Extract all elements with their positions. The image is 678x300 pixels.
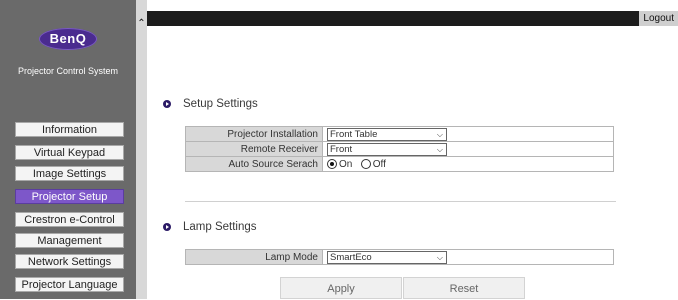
lamp-mode-label: Lamp Mode — [185, 249, 323, 265]
benq-logo: BenQ — [39, 28, 97, 50]
sidebar-item-network-settings[interactable]: Network Settings — [15, 254, 124, 269]
setup-settings-title: Setup Settings — [183, 98, 258, 110]
auto-source-on-label: On — [339, 158, 353, 170]
table-row: Projector Installation Front Table ⌵ — [185, 126, 614, 142]
sidebar-item-image-settings[interactable]: Image Settings — [15, 166, 124, 181]
chevron-down-icon: ⌵ — [436, 144, 443, 154]
remote-receiver-label: Remote Receiver — [185, 141, 323, 157]
auto-source-off-label: Off — [372, 158, 386, 170]
auto-source-search-cell: On Off — [322, 156, 614, 172]
top-bar: Logout — [147, 11, 678, 26]
section-bullet-icon — [163, 223, 171, 231]
lamp-settings-heading: Lamp Settings — [163, 221, 257, 233]
scroll-up-arrow-icon[interactable]: ⌃ — [136, 18, 147, 30]
reset-button[interactable]: Reset — [403, 277, 525, 299]
remote-receiver-value: Front — [330, 143, 353, 155]
remote-receiver-cell: Front ⌵ — [322, 141, 614, 157]
auto-source-on-radio[interactable] — [327, 158, 337, 169]
remote-receiver-select[interactable]: Front ⌵ — [327, 142, 447, 156]
section-bullet-icon — [163, 100, 171, 108]
auto-source-search-label: Auto Source Serach — [185, 156, 323, 172]
projector-installation-select[interactable]: Front Table ⌵ — [327, 127, 447, 141]
table-row: Remote Receiver Front ⌵ — [185, 141, 614, 157]
sidebar-item-crestron-e-control[interactable]: Crestron e-Control — [15, 212, 124, 227]
apply-button[interactable]: Apply — [280, 277, 402, 299]
lamp-mode-cell: SmartEco ⌵ — [322, 249, 614, 265]
sidebar: BenQ Projector Control System Informatio… — [0, 0, 136, 299]
brand-subtitle: Projector Control System — [17, 66, 119, 76]
lamp-mode-select[interactable]: SmartEco ⌵ — [327, 250, 447, 264]
lamp-settings-title: Lamp Settings — [183, 221, 257, 233]
sidebar-item-information[interactable]: Information — [15, 122, 124, 137]
logout-button[interactable]: Logout — [639, 11, 678, 26]
sidebar-item-projector-language[interactable]: Projector Language — [15, 277, 124, 292]
chevron-down-icon: ⌵ — [436, 129, 443, 139]
table-row: Lamp Mode SmartEco ⌵ — [185, 249, 614, 265]
sidebar-item-projector-setup[interactable]: Projector Setup — [15, 189, 124, 204]
auto-source-off-radio[interactable] — [360, 158, 371, 169]
setup-settings-heading: Setup Settings — [163, 98, 258, 110]
projector-installation-value: Front Table — [330, 128, 378, 140]
lamp-mode-value: SmartEco — [330, 251, 372, 263]
table-row: Auto Source Serach On Off — [185, 156, 614, 172]
sidebar-item-management[interactable]: Management — [15, 233, 124, 248]
chevron-down-icon: ⌵ — [436, 252, 443, 262]
lamp-settings-table: Lamp Mode SmartEco ⌵ — [185, 249, 614, 265]
setup-settings-table: Projector Installation Front Table ⌵ Remo… — [185, 126, 614, 172]
sidebar-item-virtual-keypad[interactable]: Virtual Keypad — [15, 145, 124, 160]
projector-installation-cell: Front Table ⌵ — [322, 126, 614, 142]
brand-logo-wrap: BenQ — [0, 28, 136, 50]
projector-installation-label: Projector Installation — [185, 126, 323, 142]
section-divider — [185, 201, 616, 202]
sidebar-scrollbar[interactable] — [136, 0, 147, 299]
